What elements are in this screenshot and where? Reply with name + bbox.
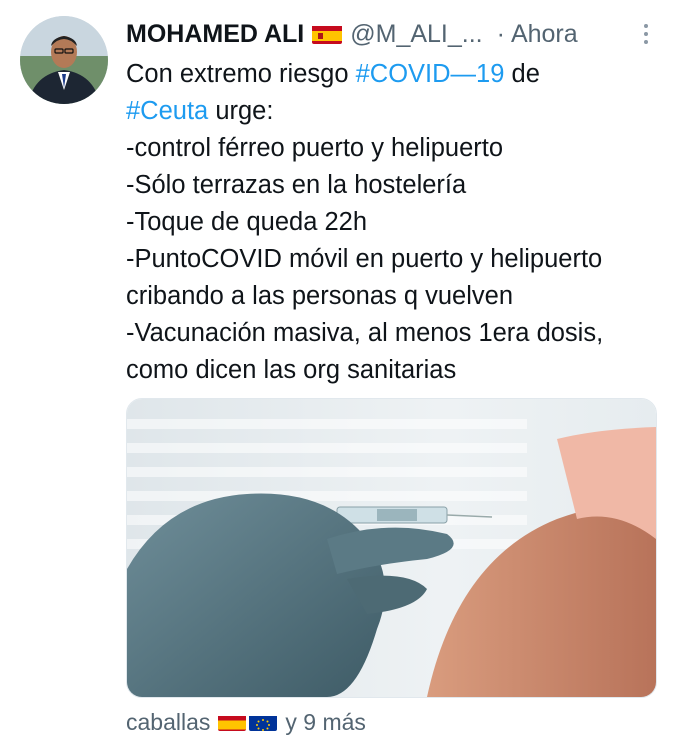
avatar[interactable] bbox=[20, 16, 108, 104]
tweet-image[interactable] bbox=[126, 398, 657, 698]
liked-by-footer[interactable]: caballas y 9 más bbox=[126, 707, 366, 737]
liked-by-more[interactable]: y 9 más bbox=[285, 709, 366, 736]
tweet-header: MOHAMED ALI @M_ALI_... · Ahora bbox=[126, 16, 656, 52]
hashtag-covid[interactable]: #COVID—19 bbox=[356, 60, 505, 88]
more-options-icon[interactable] bbox=[636, 18, 656, 50]
tweet-text-body: urge: -control férreo puerto y helipuert… bbox=[126, 97, 604, 384]
tweet-text: Con extremo riesgo #COVID—19 de #Ceuta u… bbox=[126, 56, 661, 389]
timestamp[interactable]: Ahora bbox=[511, 20, 578, 49]
spain-flag-icon bbox=[218, 713, 247, 731]
tweet-text-prefix: Con extremo riesgo bbox=[126, 60, 356, 88]
author-name[interactable]: MOHAMED ALI bbox=[126, 20, 304, 49]
spain-flag-icon bbox=[312, 24, 343, 44]
liked-by-user[interactable]: caballas bbox=[126, 709, 210, 736]
separator: · bbox=[496, 19, 505, 48]
author-handle[interactable]: @M_ALI_... bbox=[350, 20, 482, 49]
tweet-text-mid: de bbox=[504, 60, 540, 88]
hashtag-ceuta[interactable]: #Ceuta bbox=[126, 97, 208, 125]
eu-flag-icon bbox=[249, 713, 278, 731]
